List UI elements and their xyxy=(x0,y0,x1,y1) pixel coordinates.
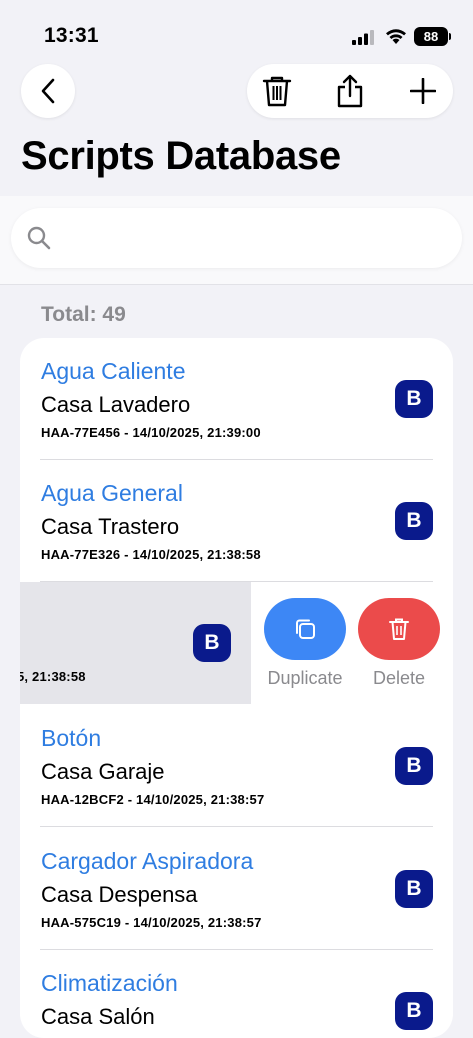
delete-button[interactable] xyxy=(358,598,440,660)
list-item[interactable]: Botón Casa Garaje HAA-12BCF2 - 14/10/202… xyxy=(20,705,453,827)
battery-tip xyxy=(449,33,451,40)
share-button[interactable] xyxy=(320,64,380,118)
b-badge-icon: B xyxy=(395,747,433,785)
item-subtitle: Casa Despensa xyxy=(41,882,198,907)
item-title: Botón xyxy=(41,725,102,751)
search-bar[interactable] xyxy=(11,208,462,268)
item-meta: 5, 21:38:58 xyxy=(20,669,86,684)
duplicate-label[interactable]: Duplicate xyxy=(255,668,355,689)
item-title: Agua Caliente xyxy=(41,358,186,384)
item-title: Cargador Aspiradora xyxy=(41,848,254,874)
duplicate-button[interactable] xyxy=(264,598,346,660)
duplicate-icon xyxy=(296,619,315,639)
battery-indicator: 88 xyxy=(414,27,448,46)
page-title: Scripts Database xyxy=(21,134,341,178)
item-meta: HAA-77E456 - 14/10/2025, 21:39:00 xyxy=(41,425,261,440)
list-item[interactable]: Climatización Casa Salón B xyxy=(20,950,453,1038)
plus-icon xyxy=(410,78,436,104)
scripts-list: Agua Caliente Casa Lavadero HAA-77E456 -… xyxy=(20,338,453,1038)
status-time: 13:31 xyxy=(44,24,99,47)
item-subtitle: Casa Garaje xyxy=(41,759,165,784)
list-item[interactable]: Cargador Aspiradora Casa Despensa HAA-57… xyxy=(20,828,453,950)
delete-all-button[interactable] xyxy=(247,64,307,118)
b-badge-icon: B xyxy=(395,502,433,540)
b-badge-icon: B xyxy=(193,624,231,662)
search-section xyxy=(0,196,473,285)
item-title: Climatización xyxy=(41,970,178,996)
chevron-left-icon xyxy=(41,78,55,104)
item-subtitle: Casa Lavadero xyxy=(41,392,191,417)
swiped-item-content[interactable]: 5, 21:38:58 B xyxy=(20,582,251,704)
list-item[interactable]: Agua Caliente Casa Lavadero HAA-77E456 -… xyxy=(20,338,453,460)
b-badge-icon: B xyxy=(395,870,433,908)
b-badge-icon: B xyxy=(395,992,433,1030)
trash-icon xyxy=(389,618,409,640)
b-badge-icon: B xyxy=(395,380,433,418)
search-input[interactable] xyxy=(67,218,451,260)
search-icon xyxy=(27,226,51,250)
toolbar xyxy=(247,64,453,118)
cellular-signal-icon xyxy=(352,30,374,45)
item-subtitle: Casa Trastero xyxy=(41,514,180,539)
share-icon xyxy=(337,74,363,108)
total-count: Total: 49 xyxy=(41,303,126,326)
separator xyxy=(40,826,433,827)
status-bar: 13:31 88 xyxy=(0,0,473,66)
item-meta: HAA-77E326 - 14/10/2025, 21:38:58 xyxy=(41,547,261,562)
item-meta: HAA-12BCF2 - 14/10/2025, 21:38:57 xyxy=(41,792,265,807)
wifi-icon xyxy=(386,29,406,44)
trash-icon xyxy=(262,76,292,107)
back-button[interactable] xyxy=(21,64,75,118)
item-title: Agua General xyxy=(41,480,183,506)
add-button[interactable] xyxy=(393,64,453,118)
delete-label[interactable]: Delete xyxy=(349,668,449,689)
item-subtitle: Casa Salón xyxy=(41,1004,155,1029)
item-meta: HAA-575C19 - 14/10/2025, 21:38:57 xyxy=(41,915,262,930)
swiped-list-item[interactable]: 5, 21:38:58 B Duplicate Delete xyxy=(20,582,453,704)
list-item[interactable]: Agua General Casa Trastero HAA-77E326 - … xyxy=(20,460,453,582)
